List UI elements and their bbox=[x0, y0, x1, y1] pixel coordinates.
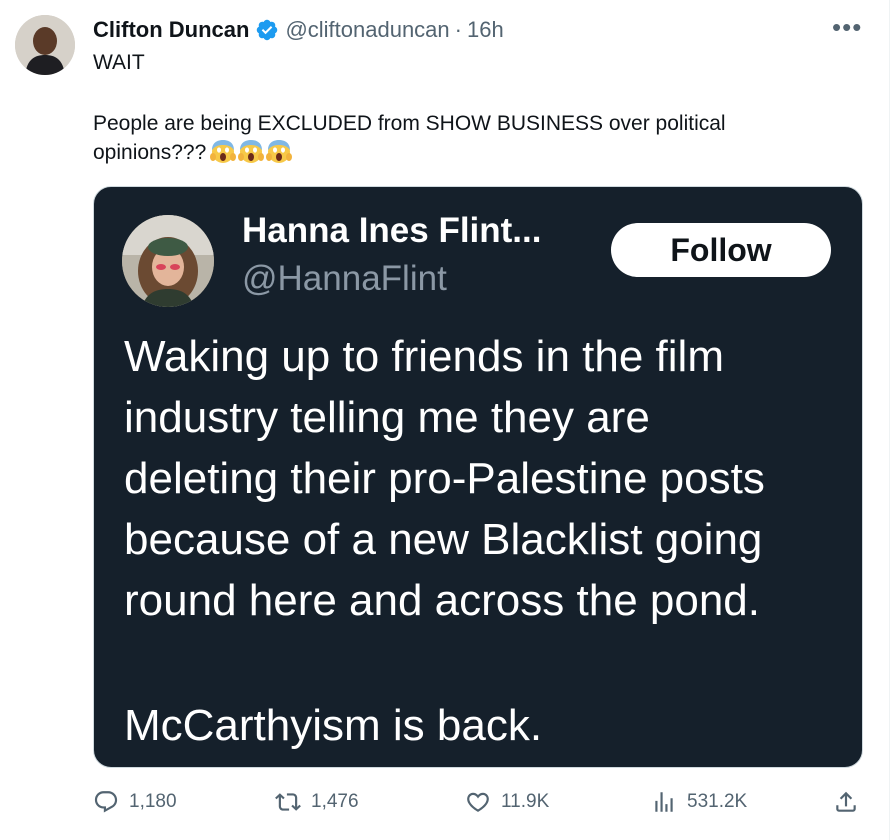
screaming-face-emoji-icon bbox=[210, 140, 237, 163]
author-name[interactable]: Clifton Duncan bbox=[93, 17, 249, 43]
reply-icon bbox=[94, 791, 118, 813]
emoji-group bbox=[209, 138, 293, 164]
quoted-text-line: deleting their pro-Palestine posts bbox=[124, 454, 765, 503]
screaming-face-emoji-icon bbox=[238, 140, 265, 163]
divider bbox=[889, 0, 890, 840]
quoted-tweet-card[interactable]: Hanna Ines Flint... @HannaFlint Follow W… bbox=[93, 186, 863, 768]
reply-count: 1,180 bbox=[129, 791, 177, 812]
tweet-text-line: WAIT bbox=[93, 51, 145, 74]
follow-button[interactable]: Follow bbox=[611, 223, 831, 277]
retweet-button[interactable]: 1,476 bbox=[275, 786, 359, 818]
tweet-header: Clifton Duncan @cliftonaduncan · 16h bbox=[93, 14, 504, 46]
like-button[interactable]: 11.9K bbox=[465, 786, 549, 818]
views-button[interactable]: 531.2K bbox=[651, 786, 747, 818]
verified-badge-icon bbox=[257, 19, 278, 41]
heart-icon bbox=[467, 792, 489, 812]
quoted-text-paragraph: Waking up to friends in the film industr… bbox=[124, 326, 765, 631]
tweet-time[interactable]: 16h bbox=[467, 17, 504, 43]
author-handle[interactable]: @cliftonaduncan bbox=[285, 17, 449, 43]
reply-button[interactable]: 1,180 bbox=[93, 786, 177, 818]
action-bar: 1,180 1,476 11.9K 531.2K bbox=[93, 786, 873, 818]
quoted-text-line: industry telling me they are bbox=[124, 393, 650, 442]
tweet-text-content: People are being EXCLUDED from SHOW BUSI… bbox=[93, 112, 726, 164]
retweet-icon bbox=[275, 793, 301, 811]
tweet: Clifton Duncan @cliftonaduncan · 16h •••… bbox=[0, 0, 894, 840]
separator-dot: · bbox=[454, 17, 462, 42]
author-avatar[interactable] bbox=[15, 15, 75, 75]
like-count: 11.9K bbox=[501, 791, 550, 812]
share-button[interactable] bbox=[833, 786, 859, 818]
quoted-avatar[interactable] bbox=[122, 215, 214, 307]
retweet-count: 1,476 bbox=[311, 791, 359, 812]
share-icon bbox=[836, 791, 856, 812]
quoted-author-handle[interactable]: @HannaFlint bbox=[242, 259, 447, 299]
quoted-text-line: round here and across the pond. bbox=[124, 576, 761, 625]
quoted-text-line: because of a new Blacklist going bbox=[124, 515, 763, 564]
screaming-face-emoji-icon bbox=[266, 140, 293, 163]
views-count: 531.2K bbox=[687, 791, 748, 812]
analytics-icon bbox=[655, 792, 673, 812]
quoted-text-line: McCarthyism is back. bbox=[124, 701, 543, 750]
quoted-text-line: Waking up to friends in the film bbox=[124, 332, 724, 381]
quoted-author-name[interactable]: Hanna Ines Flint... bbox=[242, 211, 541, 251]
tweet-text-body: People are being EXCLUDED from SHOW BUSI… bbox=[93, 110, 813, 167]
more-horizontal-icon[interactable]: ••• bbox=[832, 14, 862, 40]
